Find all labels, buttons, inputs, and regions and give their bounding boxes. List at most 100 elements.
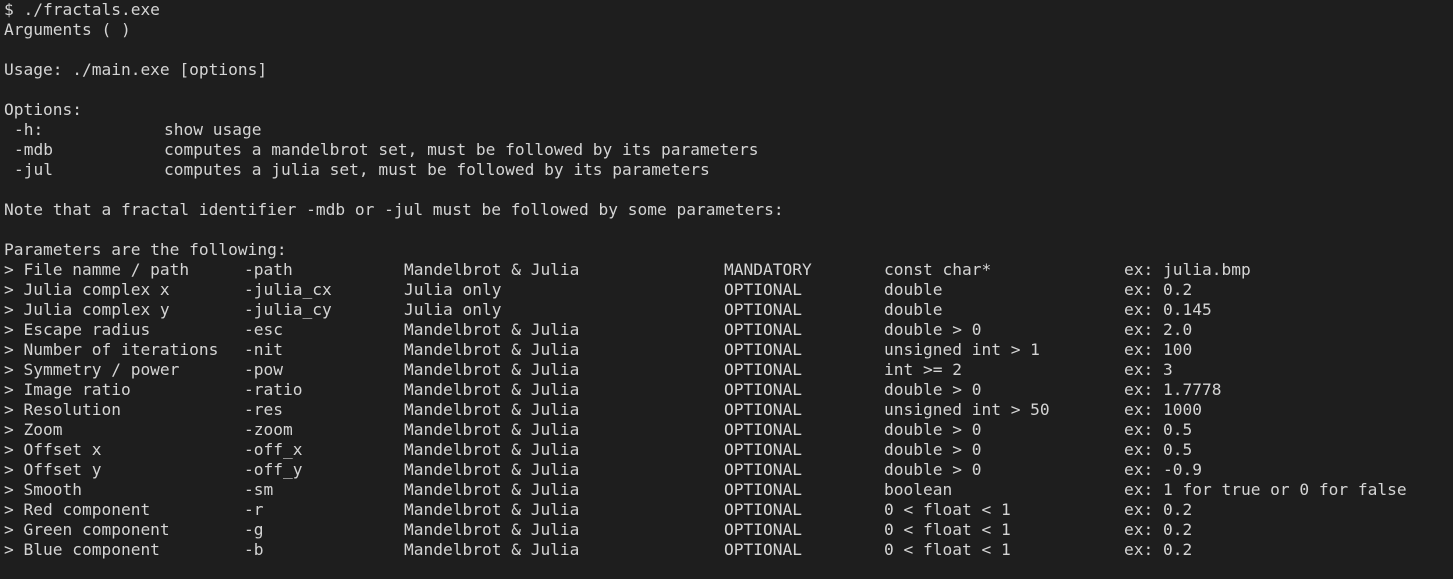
param-example: ex: 2.0 [1124,320,1193,339]
param-example: ex: 0.2 [1124,520,1193,539]
parameter-row: > Resolution -res Mandelbrot & Julia OPTION… [4,400,1449,420]
usage-line: Usage: ./main.exe [options] [4,60,268,79]
param-requirement: OPTIONAL [724,460,802,479]
param-example: ex: -0.9 [1124,460,1202,479]
option-flag: -jul [14,160,53,179]
param-type: unsigned int > 1 [884,340,1040,359]
param-requirement: OPTIONAL [724,340,802,359]
param-scope: Mandelbrot & Julia [404,460,580,479]
param-flag: -off_y [244,460,303,479]
param-type: double > 0 [884,440,982,459]
param-example: ex: 0.2 [1124,540,1193,559]
param-type: double [884,300,943,319]
parameter-row: > Offset y -off_y Mandelbrot & Julia OPTION… [4,460,1449,480]
param-flag: -res [244,400,283,419]
arguments-line: Arguments ( ) [4,20,131,39]
param-flag: -zoom [244,420,293,439]
note-line: Note that a fractal identifier -mdb or -… [4,200,784,219]
param-example: ex: 0.2 [1124,280,1193,299]
param-name: > Julia complex y [4,300,170,319]
parameter-row: > Symmetry / power -pow Mandelbrot & Julia… [4,360,1449,380]
parameter-row: > Red component -r Mandelbrot & Julia OPTIO… [4,500,1449,520]
parameter-row: > Image ratio -ratio Mandelbrot & Julia OPT… [4,380,1449,400]
param-scope: Mandelbrot & Julia [404,360,580,379]
param-flag: -off_x [244,440,303,459]
param-example: ex: 0.5 [1124,420,1193,439]
param-flag: -r [244,500,264,519]
parameter-row: > Julia complex x -julia_cx Julia only OPTI… [4,280,1449,300]
param-type: double > 0 [884,460,982,479]
param-example: ex: 0.2 [1124,500,1193,519]
param-name: > Offset y [4,460,102,479]
param-requirement: OPTIONAL [724,360,802,379]
param-example: ex: 1000 [1124,400,1202,419]
param-scope: Mandelbrot & Julia [404,540,580,559]
parameters-header: Parameters are the following: [4,240,287,259]
param-scope: Mandelbrot & Julia [404,500,580,519]
param-name: > Resolution [4,400,121,419]
param-type: 0 < float < 1 [884,500,1011,519]
param-type: 0 < float < 1 [884,540,1011,559]
param-requirement: MANDATORY [724,260,812,279]
param-example: ex: 3 [1124,360,1173,379]
param-name: > File namme / path [4,260,190,279]
option-description: computes a julia set, must be followed b… [164,160,710,179]
param-type: boolean [884,480,953,499]
param-scope: Mandelbrot & Julia [404,260,580,279]
param-scope: Mandelbrot & Julia [404,480,580,499]
param-flag: -pow [244,360,283,379]
param-flag: -g [244,520,264,539]
param-example: ex: 100 [1124,340,1193,359]
param-requirement: OPTIONAL [724,420,802,439]
param-type: double > 0 [884,420,982,439]
param-requirement: OPTIONAL [724,500,802,519]
parameter-row: > Escape radius -esc Mandelbrot & Julia OPT… [4,320,1449,340]
param-scope: Mandelbrot & Julia [404,380,580,399]
option-row: -mdb computes a mandelbrot set, must be … [4,140,1449,160]
parameter-row: > Smooth -sm Mandelbrot & Julia OPTIONAL boo… [4,480,1449,500]
param-type: const char* [884,260,992,279]
param-flag: -julia_cy [244,300,332,319]
param-requirement: OPTIONAL [724,320,802,339]
param-scope: Mandelbrot & Julia [404,440,580,459]
options-header: Options: [4,100,82,119]
param-scope: Julia only [404,300,502,319]
param-type: 0 < float < 1 [884,520,1011,539]
param-name: > Number of iterations [4,340,219,359]
param-type: int >= 2 [884,360,962,379]
param-requirement: OPTIONAL [724,380,802,399]
parameter-row: > Number of iterations -nit Mandelbrot & J… [4,340,1449,360]
param-example: ex: 1 for true or 0 for false [1124,480,1407,499]
parameter-row: > Offset x -off_x Mandelbrot & Julia OPTION… [4,440,1449,460]
param-type: double > 0 [884,320,982,339]
param-name: > Offset x [4,440,102,459]
terminal-output[interactable]: $ ./fractals.exe Arguments ( ) Usage: ./… [4,0,1449,579]
param-requirement: OPTIONAL [724,540,802,559]
option-flag: -h: [14,120,44,139]
param-requirement: OPTIONAL [724,480,802,499]
param-requirement: OPTIONAL [724,400,802,419]
param-scope: Mandelbrot & Julia [404,420,580,439]
parameters-table: > File namme / path -path Mandelbrot & Jul… [4,260,1449,560]
param-name: > Green component [4,520,170,539]
param-example: ex: julia.bmp [1124,260,1251,279]
param-name: > Red component [4,500,151,519]
param-name: > Julia complex x [4,280,170,299]
option-description: show usage [164,120,262,139]
param-type: double > 0 [884,380,982,399]
param-type: unsigned int > 50 [884,400,1050,419]
param-name: > Zoom [4,420,63,439]
param-type: double [884,280,943,299]
param-name: > Smooth [4,480,82,499]
param-name: > Blue component [4,540,160,559]
parameter-row: > Zoom -zoom Mandelbrot & Julia OPTIONAL dou… [4,420,1449,440]
param-flag: -path [244,260,293,279]
param-flag: -nit [244,340,283,359]
param-requirement: OPTIONAL [724,280,802,299]
param-requirement: OPTIONAL [724,300,802,319]
param-name: > Image ratio [4,380,131,399]
